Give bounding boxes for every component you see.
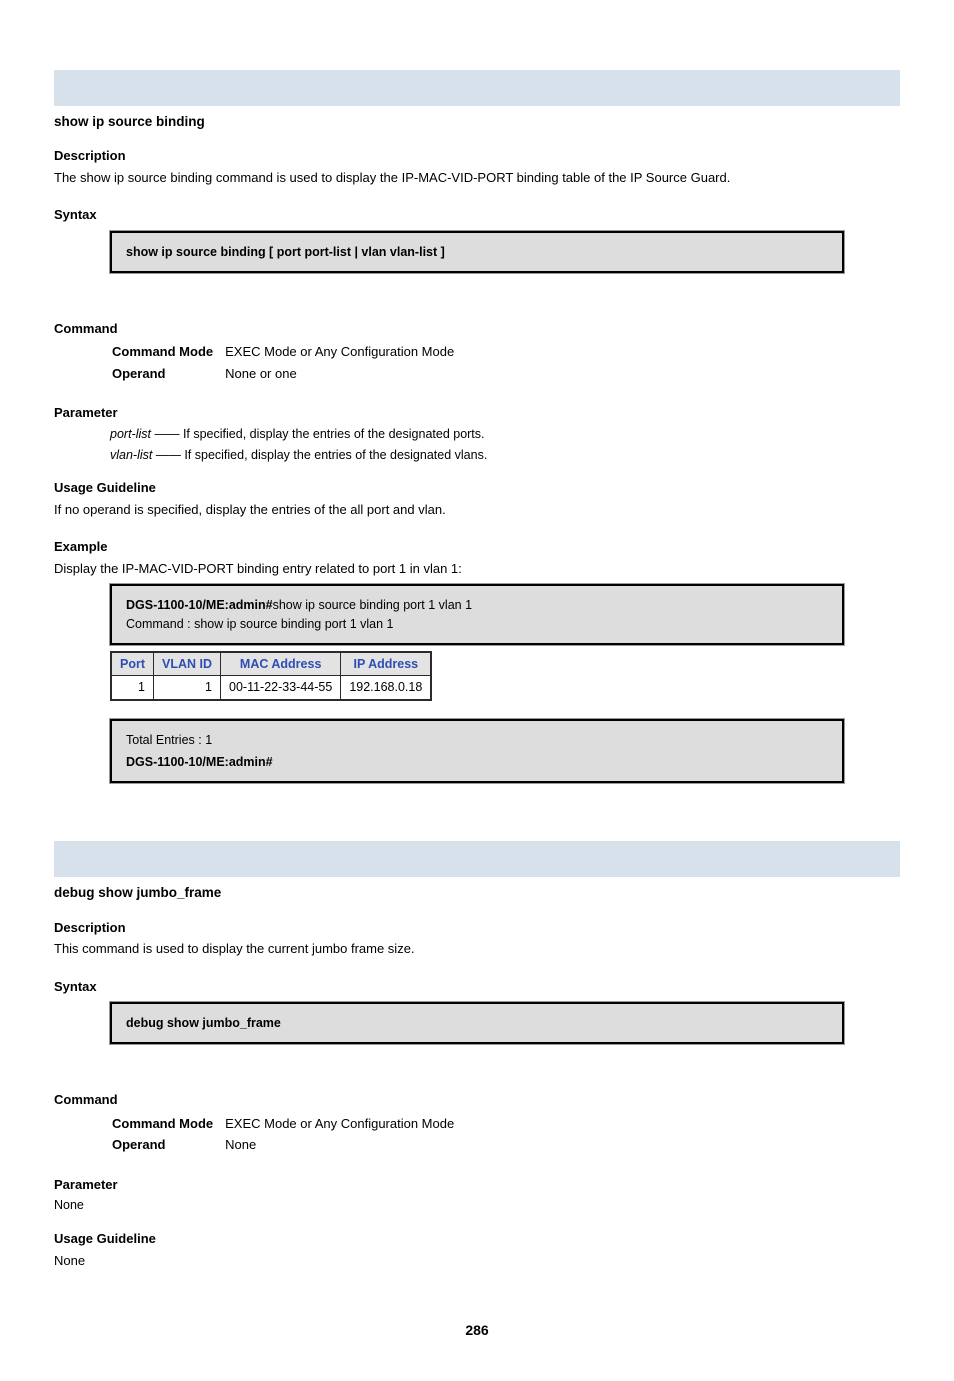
- command-table-2: Command Mode EXEC Mode or Any Configurat…: [110, 1112, 456, 1157]
- subhead-syntax: Syntax: [54, 205, 900, 225]
- th-port: Port: [111, 652, 154, 676]
- usage-text: If no operand is specified, display the …: [54, 500, 900, 520]
- table-row: 1 1 00-11-22-33-44-55 192.168.0.18: [111, 676, 431, 700]
- param-row-1: port-list —— If specified, display the e…: [110, 425, 900, 444]
- param-dash-1: ——: [151, 427, 183, 441]
- operand-label-2: Operand: [112, 1135, 223, 1155]
- operand-value: None or one: [225, 364, 454, 384]
- param-none: None: [54, 1196, 900, 1215]
- syntax-box-2: debug show jumbo_frame: [110, 1002, 844, 1044]
- description-text: The show ip source binding command is us…: [54, 168, 900, 188]
- cmd-mode-value-2: EXEC Mode or Any Configuration Mode: [225, 1114, 454, 1134]
- param-name-portlist: port-list: [110, 427, 151, 441]
- example-code-2: Total Entries : 1 DGS-1100-10/ME:admin#: [110, 719, 844, 783]
- section-banner-2: [54, 841, 900, 877]
- syntax-code-2: debug show jumbo_frame: [126, 1016, 281, 1030]
- prompt-1: DGS-1100-10/ME:admin#: [126, 598, 273, 612]
- echo-line: Command : show ip source binding port 1 …: [126, 615, 828, 633]
- cmd-mode-value: EXEC Mode or Any Configuration Mode: [225, 342, 454, 362]
- th-ip: IP Address: [341, 652, 432, 676]
- operand-value-2: None: [225, 1135, 454, 1155]
- cmd-input-1: show ip source binding port 1 vlan 1: [273, 598, 472, 612]
- table-header-row: Port VLAN ID MAC Address IP Address: [111, 652, 431, 676]
- prompt-2: DGS-1100-10/ME:admin#: [126, 753, 828, 771]
- th-vlanid: VLAN ID: [154, 652, 221, 676]
- binding-table: Port VLAN ID MAC Address IP Address 1 1 …: [110, 651, 432, 702]
- cmd-mode-label-2: Command Mode: [112, 1114, 223, 1134]
- description-text-2: This command is used to display the curr…: [54, 939, 900, 959]
- th-mac: MAC Address: [221, 652, 341, 676]
- td-port: 1: [111, 676, 154, 700]
- subhead-usage: Usage Guideline: [54, 478, 900, 498]
- section-title: show ip source binding: [54, 112, 900, 132]
- subhead-description: Description: [54, 146, 900, 166]
- subhead-command-2: Command: [54, 1090, 900, 1110]
- param-dash-2: ——: [152, 448, 184, 462]
- cmd-mode-label: Command Mode: [112, 342, 223, 362]
- param-desc-1: If specified, display the entries of the…: [183, 427, 485, 441]
- subhead-example: Example: [54, 537, 900, 557]
- td-vlanid: 1: [154, 676, 221, 700]
- command-table: Command Mode EXEC Mode or Any Configurat…: [110, 340, 456, 385]
- param-name-vlanlist: vlan-list: [110, 448, 152, 462]
- total-entries: Total Entries : 1: [126, 731, 828, 749]
- subhead-command: Command: [54, 319, 900, 339]
- td-ip: 192.168.0.18: [341, 676, 432, 700]
- page-number: 286: [54, 1320, 900, 1341]
- example-code-1: DGS-1100-10/ME:admin#show ip source bind…: [110, 584, 844, 644]
- param-desc-2: If specified, display the entries of the…: [184, 448, 487, 462]
- syntax-box: show ip source binding [ port port-list …: [110, 231, 844, 273]
- section-banner: [54, 70, 900, 106]
- subhead-parameter-2: Parameter: [54, 1175, 900, 1195]
- section-title-2: debug show jumbo_frame: [54, 883, 900, 903]
- subhead-parameter: Parameter: [54, 403, 900, 423]
- param-row-2: vlan-list —— If specified, display the e…: [110, 446, 900, 465]
- subhead-description-2: Description: [54, 918, 900, 938]
- subhead-syntax-2: Syntax: [54, 977, 900, 997]
- usage-text-2: None: [54, 1251, 900, 1271]
- td-mac: 00-11-22-33-44-55: [221, 676, 341, 700]
- operand-label: Operand: [112, 364, 223, 384]
- syntax-code: show ip source binding [ port port-list …: [126, 245, 445, 259]
- example-lead: Display the IP-MAC-VID-PORT binding entr…: [54, 559, 900, 579]
- subhead-usage-2: Usage Guideline: [54, 1229, 900, 1249]
